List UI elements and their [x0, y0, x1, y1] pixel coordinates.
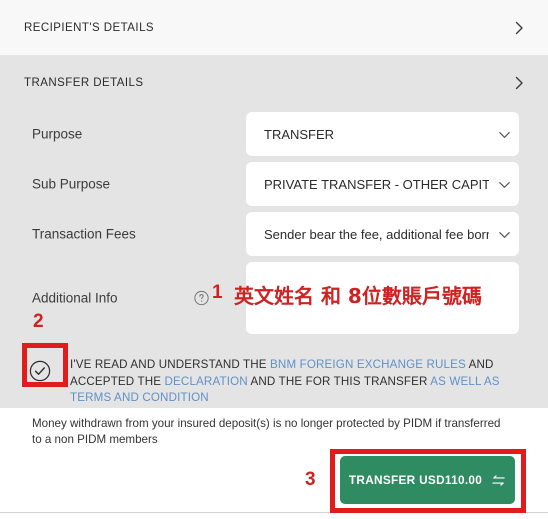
link-declaration[interactable]: DECLARATION — [165, 375, 248, 388]
recipient-details-title: RECIPIENT'S DETAILS — [24, 21, 155, 34]
sub-purpose-select[interactable]: PRIVATE TRANSFER - OTHER CAPITAL — [246, 162, 519, 206]
annotation-number-1: 1 — [212, 282, 223, 303]
transfer-details-body: Purpose TRANSFER Sub Purpose PRIVATE TRA… — [0, 110, 548, 408]
chevron-right-icon — [512, 21, 526, 35]
purpose-select[interactable]: TRANSFER — [246, 112, 519, 156]
purpose-label: Purpose — [32, 126, 83, 142]
section-header-transfer-details[interactable]: TRANSFER DETAILS — [0, 55, 548, 110]
form-row-transaction-fees: Transaction Fees Sender bear the fee, ad… — [0, 212, 548, 256]
chevron-down-icon — [489, 228, 519, 241]
annotation-note-cjk: 英文姓名 和 8位數賬戶號碼 — [234, 284, 482, 308]
question-mark-circle-icon[interactable] — [194, 290, 209, 306]
annotation-box-transfer-button — [330, 449, 526, 513]
transaction-fees-select-value: Sender bear the fee, additional fee born… — [264, 226, 489, 242]
annotation-number-3: 3 — [305, 469, 316, 490]
transfer-form-page: RECIPIENT'S DETAILS TRANSFER DETAILS Pur… — [0, 0, 548, 519]
link-bnm-foreign-exchange-rules[interactable]: BNM FOREIGN EXCHANGE RULES — [270, 358, 466, 371]
sub-purpose-select-value: PRIVATE TRANSFER - OTHER CAPITAL — [264, 176, 489, 192]
terms-part-3: AND THE FOR THIS TRANSFER — [247, 374, 431, 388]
annotation-box-checkbox — [22, 343, 68, 387]
form-row-sub-purpose: Sub Purpose PRIVATE TRANSFER - OTHER CAP… — [0, 162, 548, 206]
transaction-fees-select[interactable]: Sender bear the fee, additional fee born… — [246, 212, 519, 256]
chevron-down-icon — [489, 128, 519, 141]
transfer-details-title: TRANSFER DETAILS — [24, 76, 144, 89]
annotation-number-2: 2 — [33, 311, 44, 332]
terms-text: I'VE READ AND UNDERSTAND THE BNM FOREIGN… — [70, 357, 522, 407]
sub-purpose-label: Sub Purpose — [32, 176, 111, 192]
additional-info-label: Additional Info — [32, 290, 118, 306]
terms-part-1: I'VE READ AND UNDERSTAND THE — [70, 358, 271, 371]
section-header-recipient-details[interactable]: RECIPIENT'S DETAILS — [0, 0, 548, 55]
form-row-purpose: Purpose TRANSFER — [0, 112, 548, 156]
chevron-down-icon — [489, 178, 519, 191]
chevron-right-icon — [512, 76, 526, 90]
purpose-select-value: TRANSFER — [264, 126, 335, 142]
pidm-disclaimer: Money withdrawn from your insured deposi… — [32, 417, 501, 446]
transaction-fees-label: Transaction Fees — [32, 226, 136, 242]
